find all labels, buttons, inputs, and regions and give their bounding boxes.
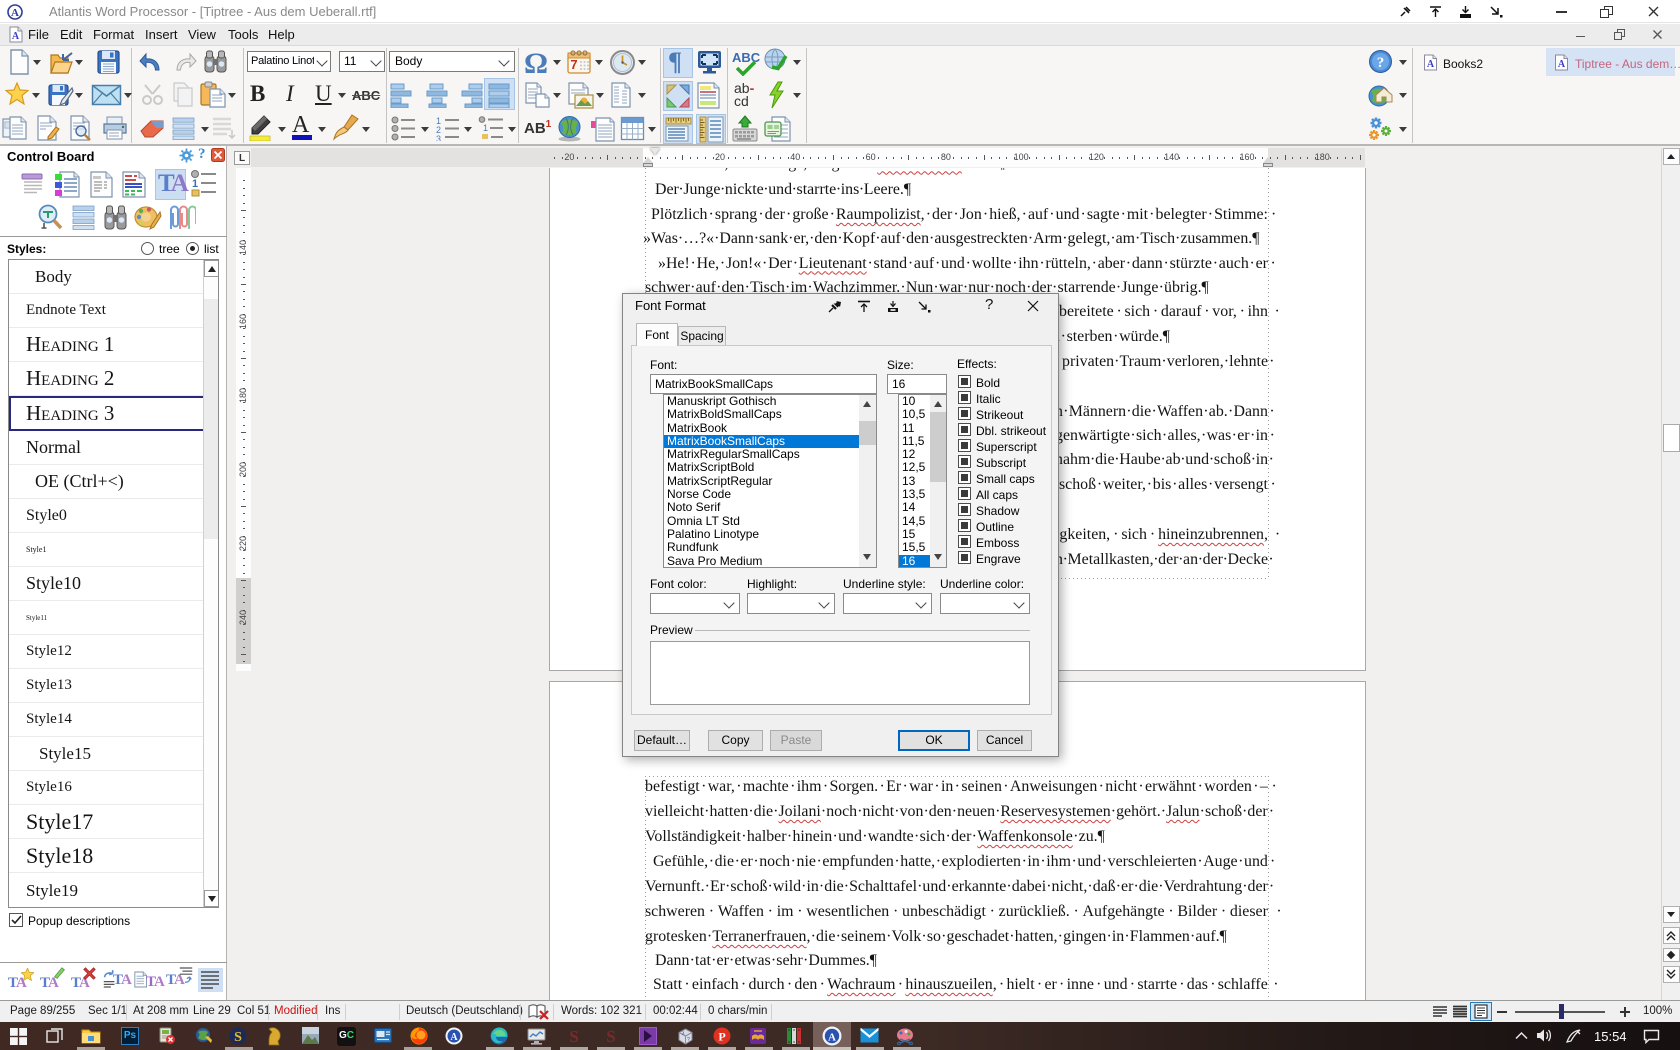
svg-text:7: 7 <box>570 57 577 72</box>
svg-text:A: A <box>11 7 19 19</box>
svg-text:?: ? <box>687 1037 690 1043</box>
svg-text:?: ? <box>1377 55 1385 71</box>
svg-text:A: A <box>12 31 20 42</box>
svg-text:A: A <box>1558 59 1566 70</box>
svg-text:1: 1 <box>192 178 198 190</box>
svg-text:A: A <box>828 1032 836 1044</box>
svg-text:S: S <box>234 1030 242 1045</box>
svg-text:1: 1 <box>483 123 488 133</box>
svg-text:A: A <box>1427 59 1435 70</box>
svg-text:3: 3 <box>436 134 441 141</box>
svg-text:A: A <box>450 1032 458 1043</box>
svg-text:P: P <box>718 1030 725 1044</box>
